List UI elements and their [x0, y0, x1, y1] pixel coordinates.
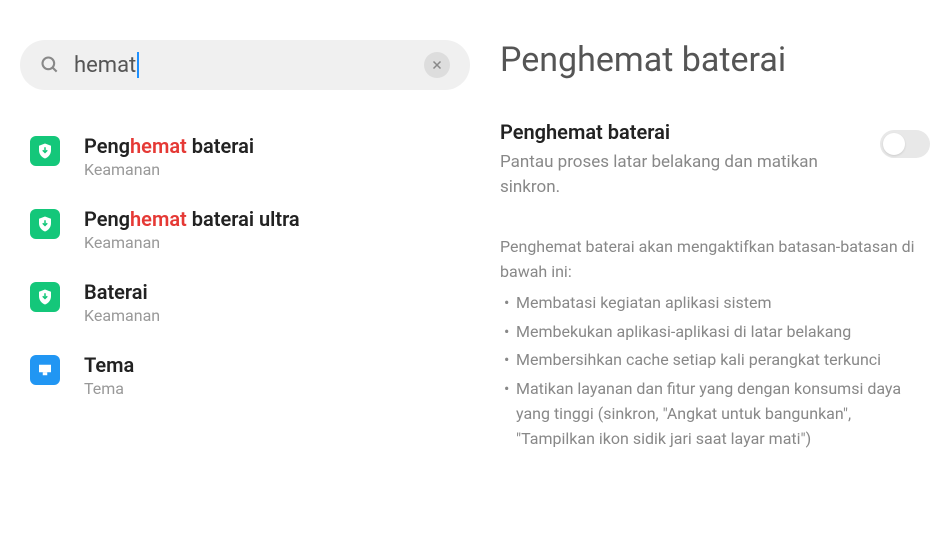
result-title: Penghemat baterai ultra: [84, 207, 300, 231]
text-caret: [137, 52, 139, 78]
setting-description: Pantau proses latar belakang dan matikan…: [500, 150, 860, 199]
result-subtitle: Tema: [84, 379, 134, 398]
restriction-item: Matikan layanan dan fitur yang dengan ko…: [500, 377, 930, 451]
result-title: Baterai: [84, 280, 160, 304]
restriction-item: Membersihkan cache setiap kali perangkat…: [500, 348, 930, 373]
clear-search-button[interactable]: [424, 52, 450, 78]
search-result-item[interactable]: Baterai Keamanan: [20, 266, 470, 339]
result-title: Tema: [84, 353, 134, 377]
search-result-item[interactable]: Penghemat baterai Keamanan: [20, 120, 470, 193]
setting-title: Penghemat baterai: [500, 120, 860, 144]
restrictions-list: Membatasi kegiatan aplikasi sistem Membek…: [500, 291, 930, 452]
result-title: Penghemat baterai: [84, 134, 254, 158]
search-icon: [40, 55, 60, 75]
result-subtitle: Keamanan: [84, 306, 160, 325]
result-subtitle: Keamanan: [84, 233, 300, 252]
toggle-knob: [883, 133, 905, 155]
search-query-text: hemat: [74, 53, 136, 78]
battery-saver-setting-row[interactable]: Penghemat baterai Pantau proses latar be…: [500, 120, 930, 199]
shield-icon: [30, 136, 60, 166]
theme-icon: [30, 355, 60, 385]
setting-info-block: Penghemat baterai akan mengaktifkan bata…: [500, 235, 930, 451]
search-result-item[interactable]: Tema Tema: [20, 339, 470, 412]
result-subtitle: Keamanan: [84, 160, 254, 179]
search-input[interactable]: hemat: [74, 52, 424, 78]
restriction-item: Membekukan aplikasi-aplikasi di latar be…: [500, 320, 930, 345]
info-lead-text: Penghemat baterai akan mengaktifkan bata…: [500, 235, 930, 285]
search-result-item[interactable]: Penghemat baterai ultra Keamanan: [20, 193, 470, 266]
battery-saver-toggle[interactable]: [880, 130, 930, 158]
page-title: Penghemat baterai: [500, 40, 930, 80]
shield-icon: [30, 282, 60, 312]
search-bar[interactable]: hemat: [20, 40, 470, 90]
search-results-list: Penghemat bateraiKeamananPenghemat bater…: [20, 120, 470, 412]
restriction-item: Membatasi kegiatan aplikasi sistem: [500, 291, 930, 316]
shield-icon: [30, 209, 60, 239]
